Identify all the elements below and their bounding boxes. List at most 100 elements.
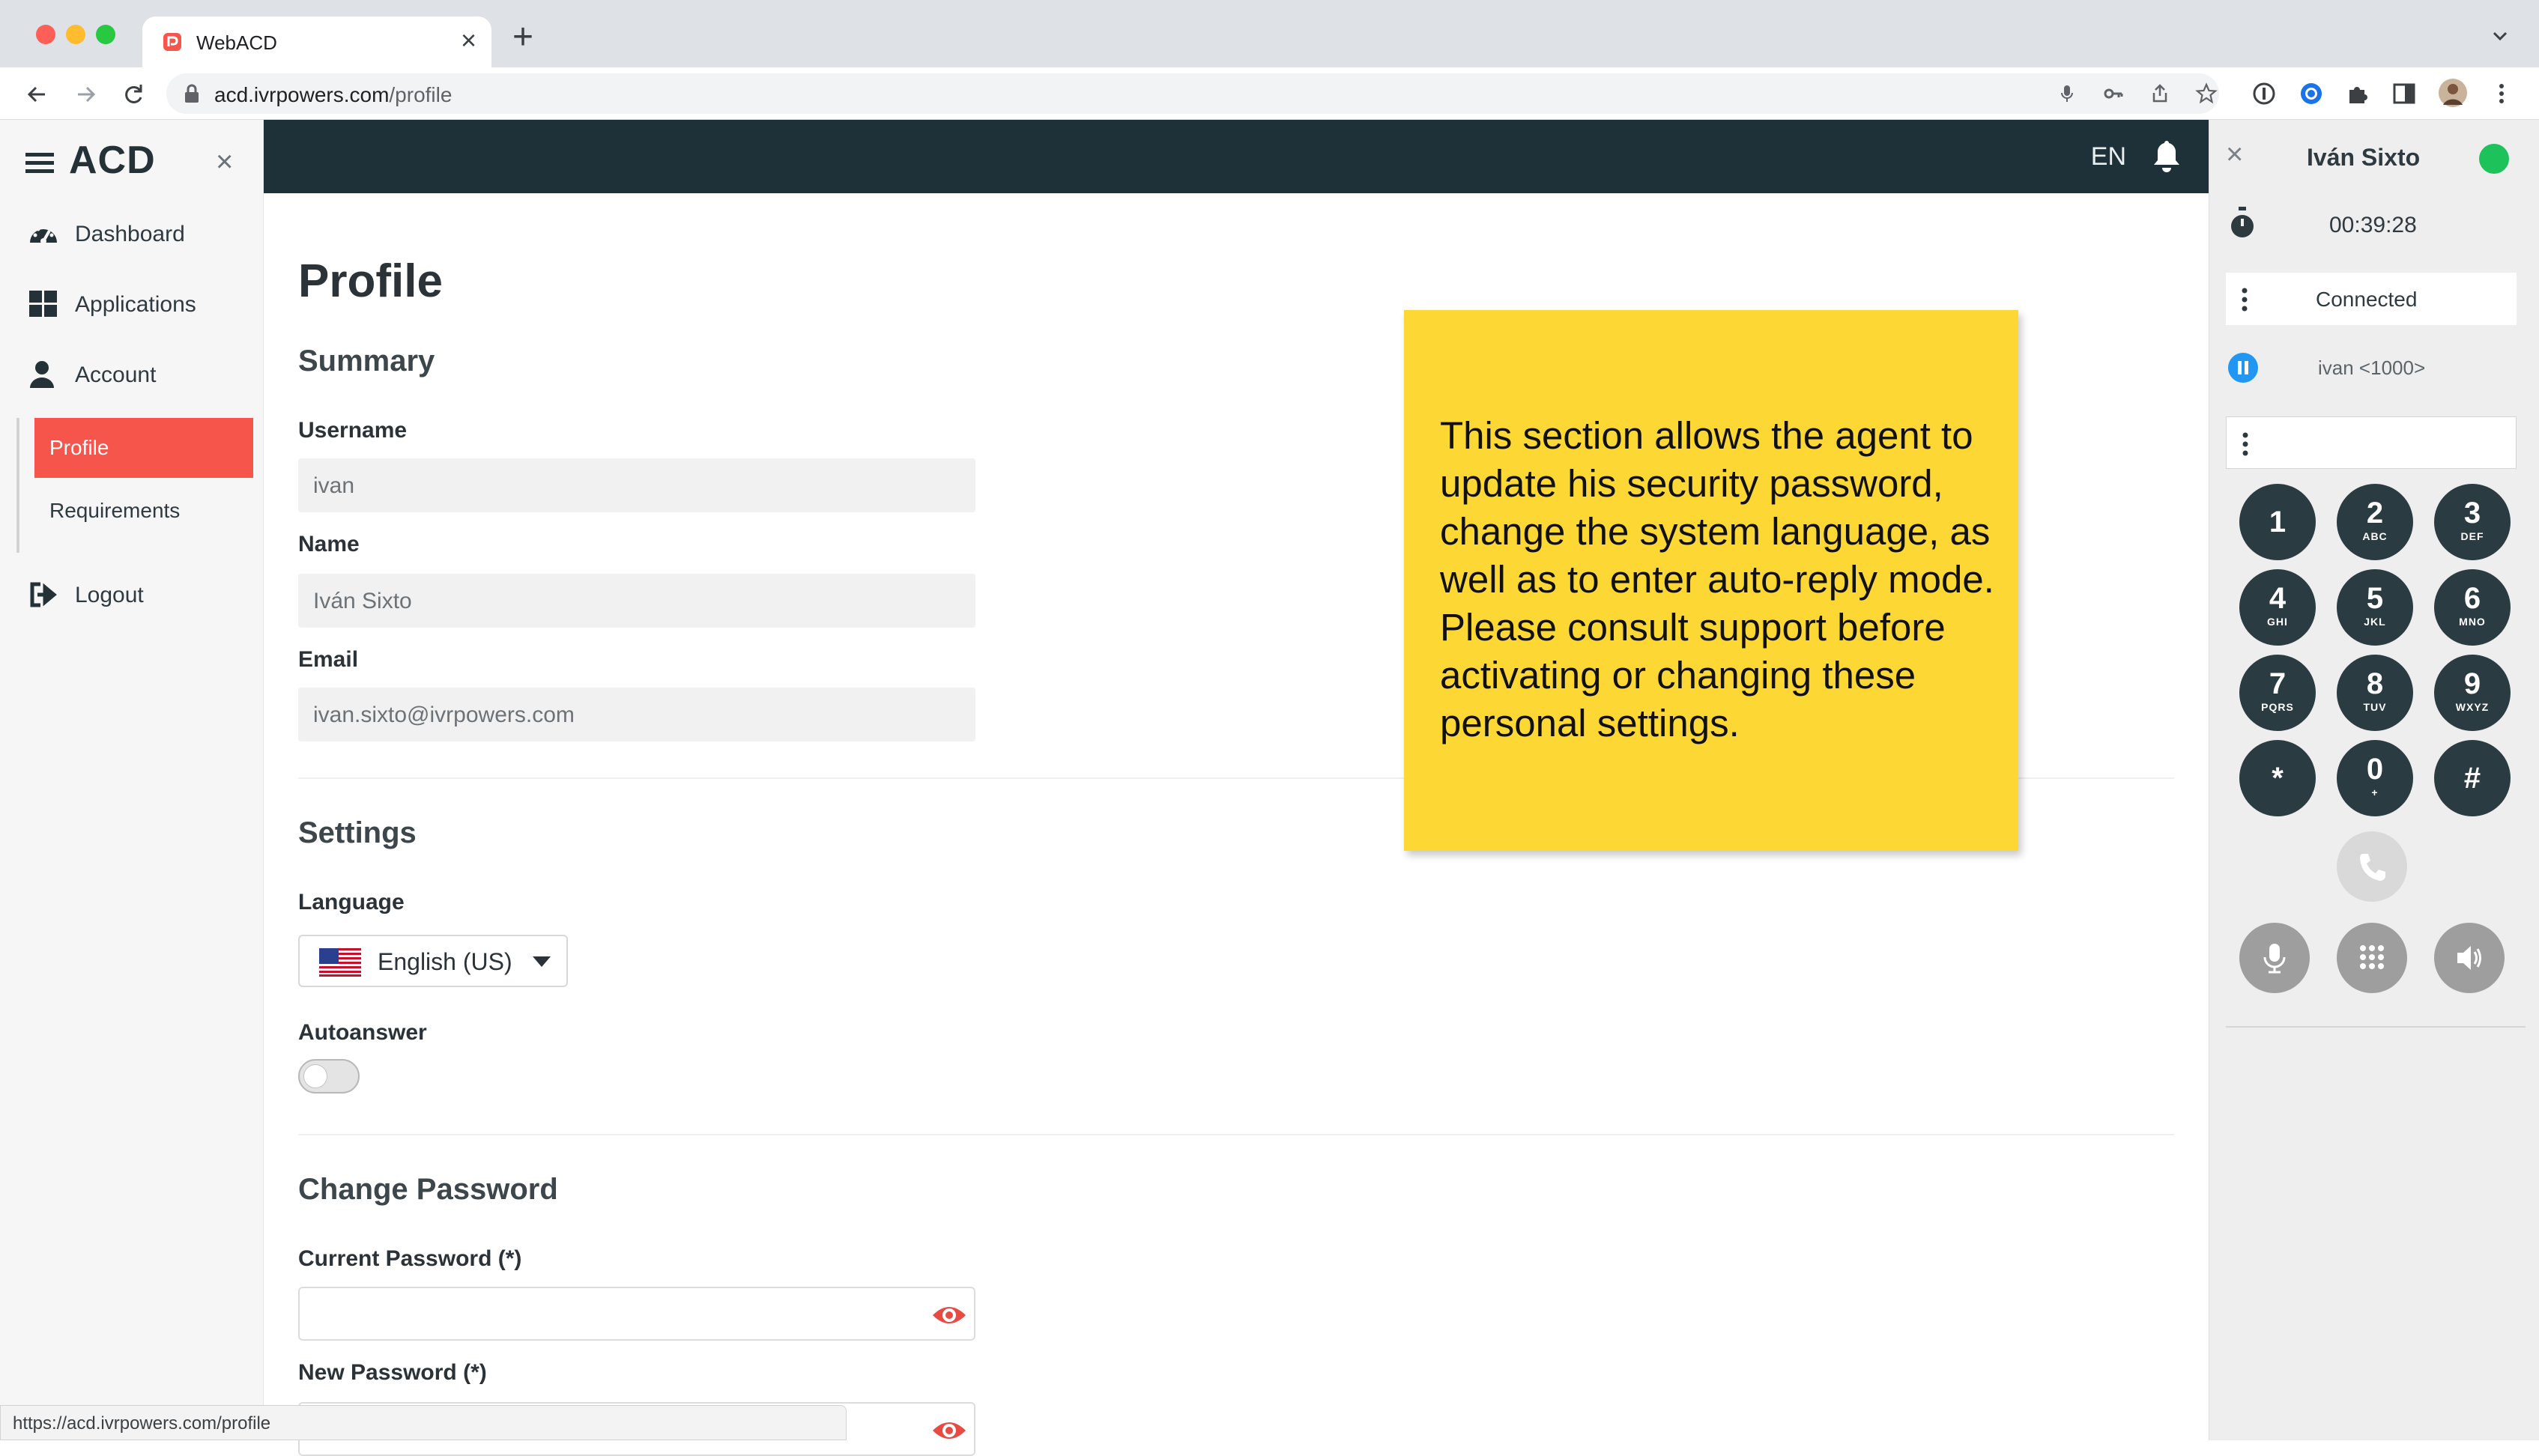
tab-title: WebACD xyxy=(196,31,277,54)
sidebar: ACD × Dashboard Applications Account Pro… xyxy=(0,120,264,1440)
language-select[interactable]: English (US) xyxy=(298,935,568,987)
caret-down-icon xyxy=(533,956,551,967)
dtmf-keypad-button[interactable] xyxy=(2337,923,2407,993)
keypad-key[interactable]: 3 DEF xyxy=(2434,484,2511,560)
language-label: Language xyxy=(298,890,405,914)
webacd-favicon-icon xyxy=(163,33,181,51)
sidebar-close-icon[interactable]: × xyxy=(216,144,233,180)
keypad-key[interactable]: 6 MNO xyxy=(2434,569,2511,646)
sidebar-item-logout[interactable]: Logout xyxy=(28,572,253,617)
keypad-key[interactable]: 8 TUV xyxy=(2337,655,2413,731)
window-minimize-button[interactable] xyxy=(66,25,85,44)
tab-search-chevron-icon[interactable] xyxy=(2487,22,2514,49)
keypad-digit: 7 xyxy=(2269,667,2287,700)
share-icon[interactable] xyxy=(2149,82,2171,105)
keypad-key[interactable]: 5 JKL xyxy=(2337,569,2413,646)
keypad-key[interactable]: # xyxy=(2434,740,2511,816)
autoanswer-label: Autoanswer xyxy=(298,1020,427,1045)
keypad-letters: TUV xyxy=(2363,701,2387,713)
new-password-label: New Password (*) xyxy=(298,1360,487,1385)
submenu-item-requirements[interactable]: Requirements xyxy=(49,499,180,523)
profile-avatar-icon[interactable] xyxy=(2438,78,2468,108)
reload-icon[interactable] xyxy=(117,78,150,111)
help-note-text: This section allows the agent to update … xyxy=(1440,414,1994,744)
keypad-key[interactable]: 0 + xyxy=(2337,740,2413,816)
keypad-key[interactable]: 4 GHI xyxy=(2239,569,2316,646)
sidebar-item-label: Applications xyxy=(75,292,196,317)
call-icon xyxy=(2360,854,2385,881)
app-logo: ACD xyxy=(69,139,156,182)
connection-status-card: Connected xyxy=(2226,273,2517,325)
username-label: Username xyxy=(298,418,408,443)
pause-call-icon[interactable] xyxy=(2227,352,2259,383)
new-tab-button[interactable]: + xyxy=(512,19,533,55)
presence-status-dot[interactable] xyxy=(2479,144,2509,174)
side-panel-icon[interactable] xyxy=(2391,81,2417,106)
keypad-key[interactable]: 2 ABC xyxy=(2337,484,2413,560)
microphone-icon[interactable] xyxy=(2056,82,2078,105)
help-sticky-note: This section allows the agent to update … xyxy=(1404,310,2018,851)
keypad-key[interactable]: 9 WXYZ xyxy=(2434,655,2511,731)
mute-button[interactable] xyxy=(2239,923,2310,993)
show-password-eye-icon[interactable] xyxy=(930,1302,968,1329)
sidebar-item-account[interactable]: Account xyxy=(28,352,253,397)
toggle-knob xyxy=(303,1064,327,1088)
section-divider xyxy=(298,1134,2174,1135)
username-value: ivan xyxy=(313,473,355,498)
app-header: EN xyxy=(264,120,2209,193)
window-close-button[interactable] xyxy=(36,25,55,44)
name-field: Iván Sixto xyxy=(298,574,975,628)
user-icon xyxy=(30,361,54,388)
autoanswer-toggle[interactable] xyxy=(298,1059,360,1093)
keypad-digit: 8 xyxy=(2366,667,2384,700)
keypad-key[interactable]: 7 PQRS xyxy=(2239,655,2316,731)
window-zoom-button[interactable] xyxy=(96,25,115,44)
softphone-panel: × Iván Sixto 00:39:28 Connected ivan <10… xyxy=(2209,120,2539,1440)
speaker-button[interactable] xyxy=(2434,923,2505,993)
address-bar[interactable]: acd.ivrpowers.com/profile xyxy=(166,73,2219,114)
keypad-letters: JKL xyxy=(2364,616,2386,628)
keypad-digit: * xyxy=(2272,762,2284,795)
submenu-item-profile[interactable]: Profile xyxy=(34,418,253,478)
extension-blue-icon[interactable] xyxy=(2299,81,2324,106)
keypad-letters: ABC xyxy=(2362,530,2388,542)
active-call-party: ivan <1000> xyxy=(2318,357,2426,379)
url-text: acd.ivrpowers.com/profile xyxy=(214,83,453,106)
extensions-puzzle-icon[interactable] xyxy=(2345,81,2370,106)
summary-heading: Summary xyxy=(298,345,435,377)
bell-icon[interactable] xyxy=(2150,138,2183,174)
keypad-letters: + xyxy=(2371,786,2379,798)
more-vertical-icon[interactable] xyxy=(2489,81,2514,106)
keypad-digit: 4 xyxy=(2269,582,2287,615)
back-arrow-icon[interactable] xyxy=(21,78,54,111)
call-timer: 00:39:28 xyxy=(2329,213,2417,237)
language-switch[interactable]: EN xyxy=(2091,142,2126,172)
sidebar-item-dashboard[interactable]: Dashboard xyxy=(28,211,253,256)
hamburger-menu-icon[interactable] xyxy=(25,151,54,175)
dial-menu-kebab-icon[interactable] xyxy=(2242,432,2249,456)
account-submenu: Profile Requirements xyxy=(16,418,256,553)
speaker-icon xyxy=(2457,946,2481,970)
call-button[interactable] xyxy=(2337,831,2407,902)
dial-number-input[interactable] xyxy=(2226,416,2517,469)
forward-arrow-icon[interactable] xyxy=(69,78,102,111)
change-password-heading: Change Password xyxy=(298,1173,558,1206)
username-field: ivan xyxy=(298,458,975,512)
language-select-value: English (US) xyxy=(378,948,512,975)
bookmark-star-icon[interactable] xyxy=(2195,82,2218,105)
logout-icon xyxy=(30,582,57,607)
link-status-bar: https://acd.ivrpowers.com/profile xyxy=(0,1405,847,1440)
sidebar-item-applications[interactable]: Applications xyxy=(28,282,253,327)
keypad-key[interactable]: 1 xyxy=(2239,484,2316,560)
sidebar-item-label: Account xyxy=(75,363,157,387)
keypad-digit: 2 xyxy=(2366,497,2384,530)
current-password-input[interactable] xyxy=(298,1287,975,1341)
password-manager-icon[interactable] xyxy=(2251,81,2277,106)
status-menu-kebab-icon[interactable] xyxy=(2241,288,2248,312)
keypad-letters: WXYZ xyxy=(2455,701,2490,713)
key-icon[interactable] xyxy=(2102,82,2125,105)
keypad-key[interactable]: * xyxy=(2239,740,2316,816)
softphone-close-icon[interactable]: × xyxy=(2226,138,2243,171)
tab-close-icon[interactable]: × xyxy=(461,25,476,55)
browser-tab-webacd[interactable]: WebACD × xyxy=(142,16,491,67)
